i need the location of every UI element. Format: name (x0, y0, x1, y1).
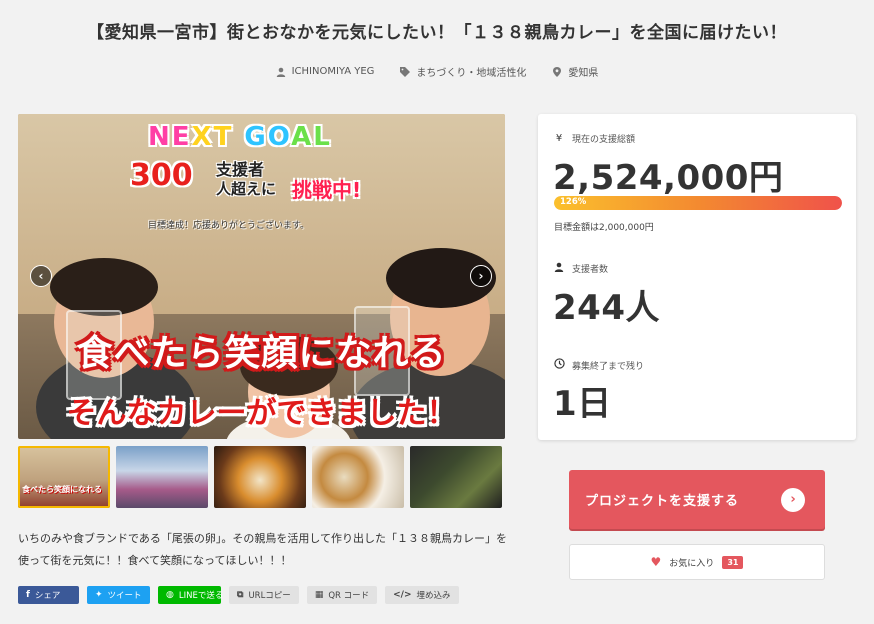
line-share-button[interactable]: ◍ LINEで送る (158, 586, 223, 604)
tag-icon (400, 66, 411, 77)
qr-icon: ▦ (314, 590, 324, 600)
total-amount: 2,524,000円 (553, 158, 784, 198)
share-bar: f シェア ✦ ツイート ◍ LINEで送る ⧉ URLコピー ▦ QR コード… (18, 586, 459, 604)
clock-icon (554, 358, 565, 372)
support-button-label: プロジェクトを支援する (585, 494, 740, 509)
next-slide-button[interactable]: › (470, 265, 492, 287)
chevron-right-icon: › (478, 269, 484, 283)
user-icon (276, 67, 285, 77)
yen-icon: ¥ (555, 133, 563, 144)
location-pin-icon (553, 66, 562, 77)
qr-code-button[interactable]: ▦ QR コード (306, 586, 378, 604)
category-name: まちづくり・地域活性化 (416, 68, 527, 79)
progress-fill: 126% (554, 196, 842, 210)
thumbnail-1[interactable]: 食べたら笑顔になれる (18, 446, 110, 508)
arrow-right-icon: › (781, 487, 805, 512)
project-title: 【愛知県一宮市】街とおなかを元気にしたい！「１３８親鳥カレー」を全国に届けたい！ (87, 23, 787, 43)
url-copy-button[interactable]: ⧉ URLコピー (229, 586, 299, 604)
project-meta: ICHINOMIYA YEG まちづくり・地域活性化 愛知県 (0, 64, 874, 79)
twitter-share-button[interactable]: ✦ ツイート (87, 586, 150, 604)
prev-slide-button[interactable]: ‹ (30, 265, 52, 287)
hero-caption-line1: 食べたら笑顔になれる (76, 333, 447, 374)
chevron-left-icon: ‹ (38, 269, 44, 283)
embed-button[interactable]: </> 埋め込み (385, 586, 459, 604)
thumbnail-caption: 食べたら笑顔になれる (22, 485, 102, 494)
hero-caption-area: 食べたら笑顔になれる そんなカレーができました！ (18, 114, 505, 439)
facebook-icon: f (26, 590, 30, 600)
thumbnail-strip: 食べたら笑顔になれる (18, 446, 505, 508)
hero-caption-line2: そんなカレーができました！ (66, 396, 457, 431)
category-link[interactable]: まちづくり・地域活性化 (400, 64, 526, 79)
heart-icon: ♥ (650, 555, 662, 569)
supporters-count: 244人 (553, 288, 660, 328)
thumbnail-5[interactable] (410, 446, 502, 508)
remaining-days: 1日 (553, 384, 612, 424)
code-icon: </> (393, 590, 412, 600)
progress-percent: 126% (560, 197, 587, 207)
favorite-label: お気に入り (669, 558, 715, 569)
thumbnail-2[interactable] (116, 446, 208, 508)
favorite-count: 31 (722, 555, 744, 569)
funding-progress-bar: 126% (554, 196, 842, 210)
owner-link[interactable]: ICHINOMIYA YEG (276, 64, 375, 79)
thumbnail-3[interactable] (214, 446, 306, 508)
line-icon: ◍ (166, 590, 174, 600)
region-name: 愛知県 (568, 68, 599, 79)
twitter-icon: ✦ (95, 590, 103, 600)
supporters-label: 支援者数 (554, 262, 608, 275)
funding-stats-card: ¥ 現在の支援総額 2,524,000円 126% 目標金額は2,000,000… (538, 114, 856, 440)
thumbnail-4[interactable] (312, 446, 404, 508)
favorite-button[interactable]: ♥ お気に入り 31 (569, 544, 825, 580)
copy-icon: ⧉ (237, 590, 244, 600)
support-project-button[interactable]: プロジェクトを支援する › (569, 470, 825, 529)
project-description: いちのみや食ブランドである「尾張の卵」。その親鳥を活用して作り出した「１３８親鳥… (18, 532, 508, 567)
total-label: ¥ 現在の支援総額 (555, 133, 636, 145)
region-link[interactable]: 愛知県 (552, 64, 598, 79)
target-amount: 目標金額は2,000,000円 (554, 223, 654, 233)
owner-name: ICHINOMIYA YEG (291, 66, 375, 77)
facebook-share-button[interactable]: f シェア (18, 586, 79, 604)
user-icon (554, 262, 564, 275)
remaining-label: 募集終了まで残り (554, 358, 644, 372)
